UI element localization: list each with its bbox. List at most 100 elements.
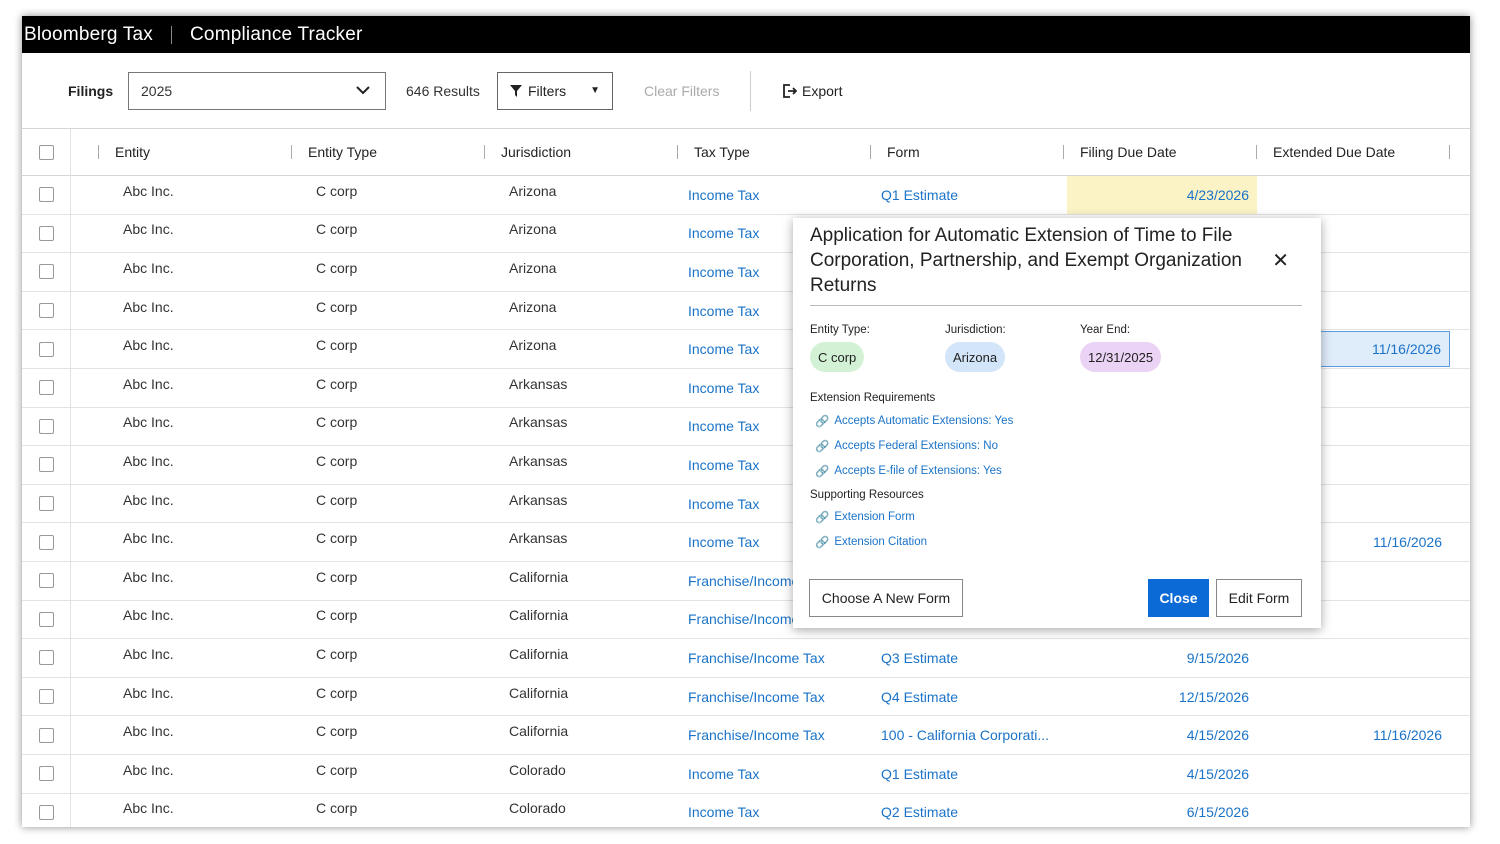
- tax-type-link[interactable]: Income Tax: [688, 794, 759, 828]
- column-header-filing-due-date[interactable]: Filing Due Date: [1063, 129, 1177, 175]
- row-checkbox[interactable]: [39, 264, 54, 280]
- table-row[interactable]: Abc Inc. C corp Colorado Income Tax Q1 Estim…: [22, 755, 1470, 794]
- form-link[interactable]: Q4 Estimate: [881, 678, 958, 716]
- row-checkbox-cell: [39, 794, 54, 828]
- jurisdiction-cell: Arizona: [509, 259, 557, 276]
- table-row[interactable]: Abc Inc. C corp California Franchise/Income…: [22, 639, 1470, 678]
- clear-filters-button[interactable]: Clear Filters: [644, 83, 719, 99]
- column-header-form[interactable]: Form: [870, 129, 920, 175]
- tax-type-link[interactable]: Income Tax: [688, 330, 759, 368]
- entity-type-cell: C corp: [316, 375, 358, 392]
- row-checkbox[interactable]: [39, 457, 54, 473]
- link-icon: 🔗: [815, 416, 830, 428]
- extension-citation-link[interactable]: 🔗 Extension Citation: [815, 535, 927, 549]
- row-checkbox[interactable]: [39, 341, 54, 357]
- column-header-jurisdiction[interactable]: Jurisdiction: [484, 129, 571, 175]
- column-header-entity[interactable]: Entity: [98, 129, 150, 175]
- req-link-efile[interactable]: 🔗 Accepts E-file of Extensions: Yes: [815, 464, 1002, 478]
- filing-due-date-cell: 4/15/2026: [1186, 727, 1249, 744]
- export-button[interactable]: Export: [783, 83, 842, 99]
- entity-cell: Abc Inc.: [123, 414, 174, 431]
- entity-type-cell: C corp: [316, 337, 358, 354]
- row-checkbox[interactable]: [39, 650, 54, 666]
- tax-type-link[interactable]: Franchise/Income Tax: [688, 678, 825, 716]
- jurisdiction-label: Jurisdiction:: [945, 324, 1006, 336]
- jurisdiction-pill: Arizona: [945, 342, 1006, 372]
- column-header-entity-type[interactable]: Entity Type: [291, 129, 377, 175]
- tax-type-link[interactable]: Franchise/Income Tax: [688, 716, 825, 754]
- table-row[interactable]: Abc Inc. C corp California Franchise/Income…: [22, 716, 1470, 755]
- tax-type-link[interactable]: Income Tax: [688, 253, 759, 291]
- extension-form-link[interactable]: 🔗 Extension Form: [815, 510, 915, 524]
- tax-type-link[interactable]: Income Tax: [688, 485, 759, 523]
- jurisdiction-cell: California: [509, 723, 569, 740]
- extended-due-date-cell: 11/16/2026: [1372, 727, 1442, 744]
- row-checkbox[interactable]: [39, 380, 54, 396]
- jurisdiction-cell: Arkansas: [509, 452, 568, 469]
- year-select[interactable]: 2025: [128, 72, 386, 110]
- close-button[interactable]: Close: [1148, 579, 1209, 617]
- tax-type-link[interactable]: Income Tax: [688, 523, 759, 561]
- row-checkbox[interactable]: [39, 225, 54, 241]
- table-row[interactable]: Abc Inc. C corp California Franchise/Income…: [22, 678, 1470, 717]
- tax-type-link[interactable]: Income Tax: [688, 292, 759, 330]
- row-checkbox-cell: [39, 446, 54, 484]
- tax-type-link[interactable]: Income Tax: [688, 408, 759, 446]
- row-checkbox-cell: [39, 176, 54, 214]
- jurisdiction-cell: Colorado: [509, 761, 566, 778]
- row-checkbox[interactable]: [39, 804, 54, 820]
- jurisdiction-cell: Arkansas: [509, 491, 568, 508]
- row-checkbox[interactable]: [39, 573, 54, 589]
- row-checkbox[interactable]: [39, 611, 54, 627]
- column-header-tax-type[interactable]: Tax Type: [677, 129, 750, 175]
- tax-type-link[interactable]: Income Tax: [688, 446, 759, 484]
- tax-type-link[interactable]: Income Tax: [688, 369, 759, 407]
- row-checkbox[interactable]: [39, 418, 54, 434]
- tax-type-link[interactable]: Income Tax: [688, 176, 759, 214]
- req-link-automatic[interactable]: 🔗 Accepts Automatic Extensions: Yes: [815, 414, 1013, 428]
- form-link[interactable]: Q1 Estimate: [881, 176, 958, 214]
- filters-label: Filters: [528, 83, 567, 99]
- row-checkbox[interactable]: [39, 689, 54, 705]
- toolbar: Filings 2025 646 Results Filters ▼ Clear…: [22, 53, 1470, 129]
- brand-logo[interactable]: Bloomberg Tax: [24, 24, 153, 46]
- row-checkbox-cell: [39, 562, 54, 600]
- filters-button[interactable]: Filters ▼: [497, 72, 613, 110]
- row-checkbox[interactable]: [39, 534, 54, 550]
- row-checkbox[interactable]: [39, 766, 54, 782]
- edit-form-button[interactable]: Edit Form: [1216, 579, 1302, 617]
- row-checkbox-cell: [39, 755, 54, 793]
- tax-type-link[interactable]: Income Tax: [688, 755, 759, 793]
- req-link-federal[interactable]: 🔗 Accepts Federal Extensions: No: [815, 439, 998, 453]
- tax-type-link[interactable]: Income Tax: [688, 215, 759, 253]
- row-checkbox[interactable]: [39, 727, 54, 743]
- entity-cell: Abc Inc.: [123, 491, 174, 508]
- entity-type-cell: C corp: [316, 221, 358, 238]
- form-link[interactable]: 100 - California Corporati...: [881, 716, 1049, 754]
- column-header-overflow: [1449, 129, 1466, 175]
- column-header-extended-due-date[interactable]: Extended Due Date: [1256, 129, 1395, 175]
- row-checkbox-cell: [39, 330, 54, 368]
- row-checkbox[interactable]: [39, 303, 54, 319]
- export-icon: [783, 83, 797, 98]
- table-row[interactable]: Abc Inc. C corp Arizona Income Tax Q1 Estima…: [22, 176, 1470, 215]
- entity-cell: Abc Inc.: [123, 182, 174, 199]
- form-link[interactable]: Q3 Estimate: [881, 639, 958, 677]
- choose-new-form-button[interactable]: Choose A New Form: [809, 579, 963, 617]
- select-all-cell: [39, 129, 54, 175]
- export-label: Export: [802, 82, 843, 99]
- app-title: Compliance Tracker: [190, 23, 363, 45]
- supporting-resources-heading: Supporting Resources: [810, 489, 924, 501]
- form-link[interactable]: Q2 Estimate: [881, 794, 958, 828]
- select-all-checkbox[interactable]: [39, 144, 54, 160]
- results-count: 646 Results: [406, 82, 480, 99]
- filing-due-date-cell: 12/15/2026: [1178, 688, 1249, 705]
- row-checkbox[interactable]: [39, 187, 54, 203]
- jurisdiction-cell: Arizona: [509, 337, 557, 354]
- tax-type-link[interactable]: Franchise/Income Tax: [688, 639, 825, 677]
- jurisdiction-cell: Arkansas: [509, 414, 568, 431]
- table-row[interactable]: Abc Inc. C corp Colorado Income Tax Q2 Estim…: [22, 794, 1470, 828]
- close-icon[interactable]: ✕: [1272, 248, 1289, 273]
- row-checkbox[interactable]: [39, 496, 54, 512]
- form-link[interactable]: Q1 Estimate: [881, 755, 958, 793]
